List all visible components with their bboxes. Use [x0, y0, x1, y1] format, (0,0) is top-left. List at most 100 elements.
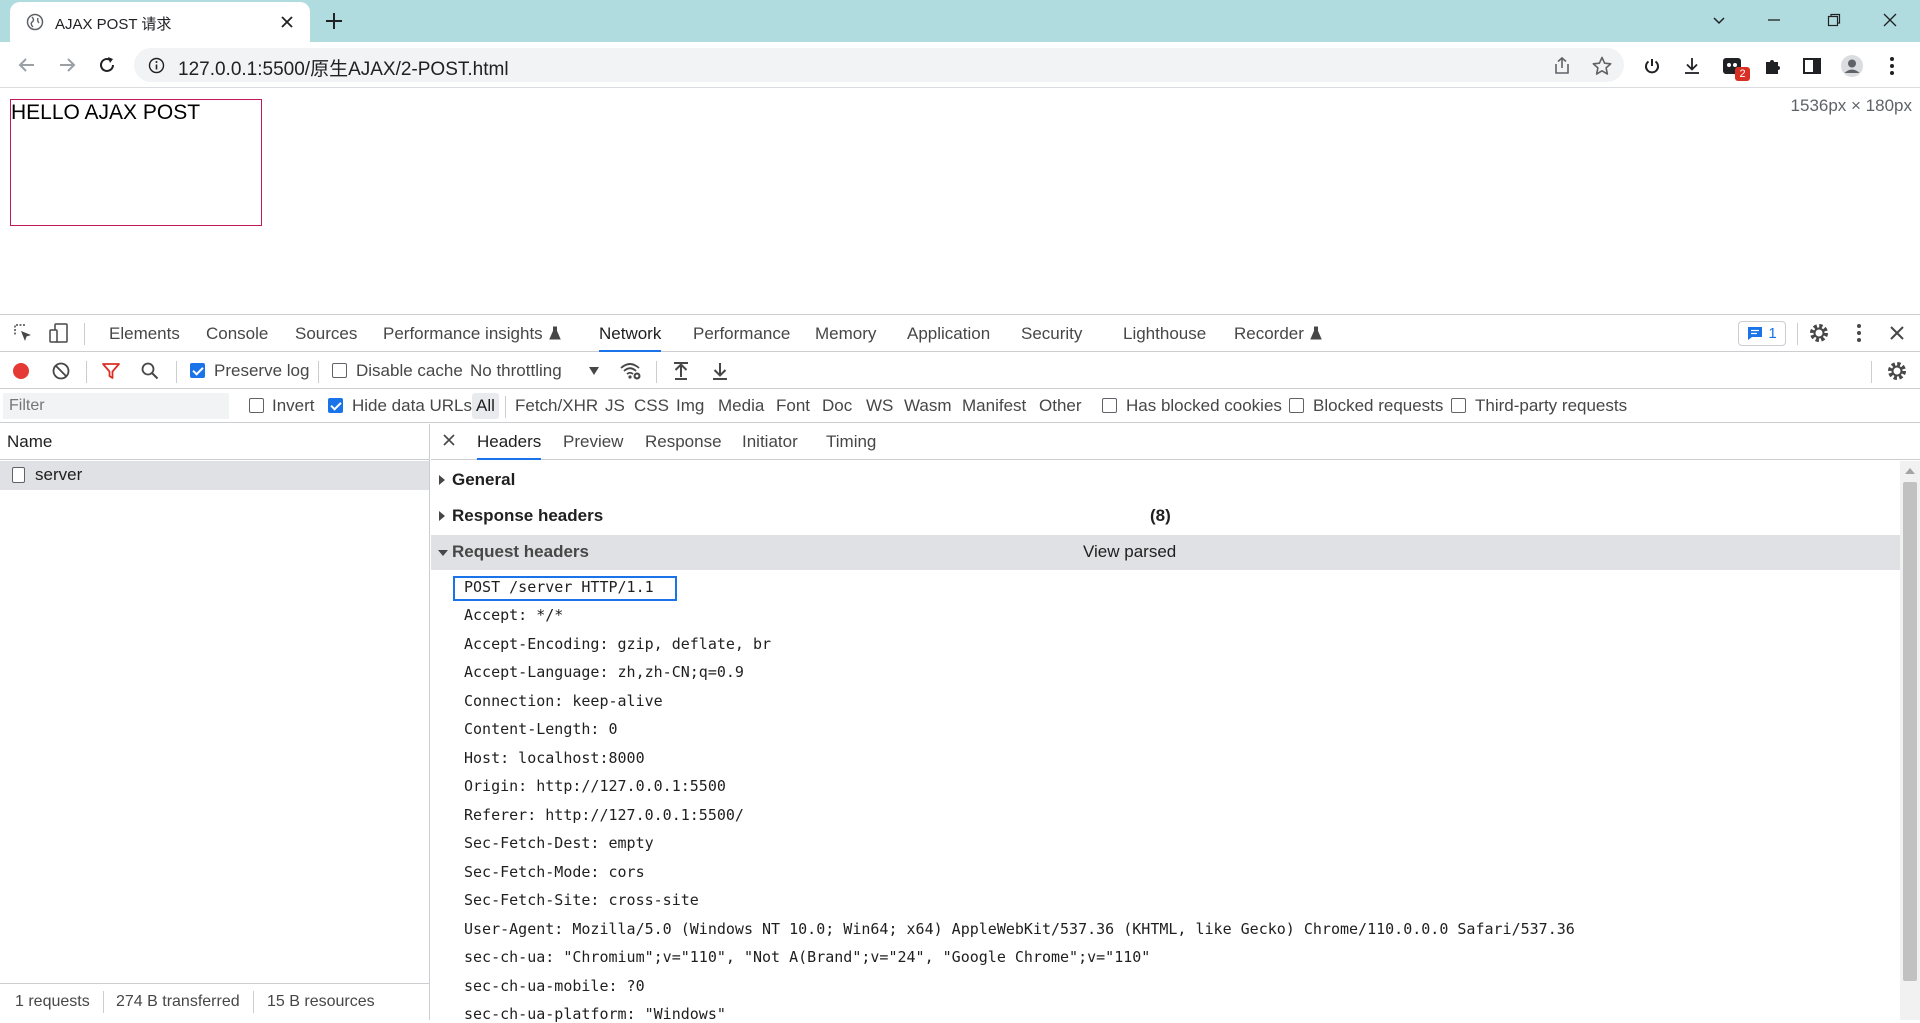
- name-column-header[interactable]: Name: [0, 424, 429, 460]
- profile-button[interactable]: [1840, 54, 1864, 78]
- dropdown-arrow-icon[interactable]: [588, 366, 600, 376]
- gear-icon: [1810, 324, 1828, 342]
- url-text[interactable]: 127.0.0.1:5500/原生AJAX/2-POST.html: [178, 54, 509, 81]
- throttling-select[interactable]: No throttling: [470, 360, 562, 382]
- tab-timing[interactable]: Timing: [826, 424, 876, 460]
- third-party-requests-checkbox[interactable]: [1451, 398, 1466, 413]
- devtools-menu-button[interactable]: [1848, 322, 1872, 346]
- blocked-requests-checkbox[interactable]: [1289, 398, 1304, 413]
- network-settings-button[interactable]: [1884, 358, 1910, 384]
- type-filter-other[interactable]: Other: [1035, 393, 1086, 419]
- browser-tab[interactable]: AJAX POST 请求: [10, 2, 310, 42]
- side-panel-button[interactable]: [1800, 54, 1824, 78]
- tab-initiator[interactable]: Initiator: [742, 424, 798, 460]
- type-filter-css[interactable]: CSS: [630, 393, 673, 419]
- resources-size: 15 B resources: [267, 993, 375, 1010]
- has-blocked-cookies-checkbox[interactable]: [1102, 398, 1117, 413]
- devtools-close-button[interactable]: [1886, 322, 1910, 346]
- gear-icon: [1888, 362, 1906, 380]
- request-name[interactable]: server: [35, 465, 82, 485]
- type-filter-media[interactable]: Media: [714, 393, 768, 419]
- minimize-button[interactable]: [1760, 8, 1788, 32]
- tab-memory[interactable]: Memory: [815, 315, 876, 352]
- tab-recorder[interactable]: Recorder: [1234, 315, 1322, 352]
- forward-button[interactable]: [54, 52, 80, 78]
- expand-arrow-icon[interactable]: [439, 511, 445, 521]
- tab-application[interactable]: Application: [907, 315, 990, 352]
- reload-button[interactable]: [94, 52, 120, 78]
- info-icon[interactable]: [148, 57, 165, 74]
- type-filter-manifest[interactable]: Manifest: [958, 393, 1030, 419]
- tab-console[interactable]: Console: [206, 315, 268, 352]
- tab-search-button[interactable]: [1705, 8, 1733, 32]
- clear-button[interactable]: [48, 358, 74, 384]
- type-filter-doc[interactable]: Doc: [818, 393, 856, 419]
- tab-performance-insights[interactable]: Performance insights: [383, 315, 561, 352]
- star-icon[interactable]: [1591, 55, 1613, 77]
- type-filter-wasm[interactable]: Wasm: [900, 393, 956, 419]
- close-icon[interactable]: [441, 432, 457, 448]
- preserve-log-checkbox[interactable]: [190, 363, 205, 378]
- filter-icon: [102, 363, 120, 379]
- import-har-button[interactable]: [668, 358, 694, 384]
- browser-menu-button[interactable]: [1880, 54, 1904, 78]
- tab-lighthouse[interactable]: Lighthouse: [1123, 315, 1206, 352]
- filter-toggle-button[interactable]: [98, 358, 124, 384]
- disable-cache-checkbox[interactable]: [332, 363, 347, 378]
- power-extension-button[interactable]: [1640, 54, 1664, 78]
- restore-icon: [1827, 13, 1841, 27]
- request-headers-title[interactable]: Request headers: [452, 542, 589, 562]
- scrollbar-thumb[interactable]: [1903, 482, 1917, 981]
- record-button[interactable]: [8, 358, 34, 384]
- viewport-size-label: 1536px × 180px: [1790, 96, 1912, 115]
- tab-sources[interactable]: Sources: [295, 315, 357, 352]
- tab-response[interactable]: Response: [645, 424, 722, 460]
- network-conditions-button[interactable]: [618, 358, 644, 384]
- tab-headers[interactable]: Headers: [477, 424, 542, 460]
- response-headers-title[interactable]: Response headers: [452, 506, 603, 526]
- collapse-arrow-icon[interactable]: [438, 550, 448, 556]
- has-blocked-cookies-label: Has blocked cookies: [1126, 396, 1282, 415]
- type-filter-js[interactable]: JS: [601, 393, 629, 419]
- type-filter-img[interactable]: Img: [672, 393, 708, 419]
- export-har-button[interactable]: [707, 358, 733, 384]
- filter-input[interactable]: [3, 393, 229, 419]
- restore-button[interactable]: [1820, 8, 1848, 32]
- toolbar-divider: [1871, 361, 1872, 383]
- power-icon: [1645, 59, 1659, 74]
- tab-elements[interactable]: Elements: [109, 315, 180, 352]
- request-list: [0, 424, 430, 1020]
- type-filter-ws[interactable]: WS: [862, 393, 897, 419]
- view-parsed-link[interactable]: View parsed: [1083, 542, 1176, 562]
- kebab-menu-icon: [1857, 324, 1861, 342]
- devtools-settings-button[interactable]: [1808, 322, 1832, 346]
- issues-counter[interactable]: 1: [1738, 321, 1786, 346]
- type-filter-all[interactable]: All: [472, 393, 499, 419]
- back-button[interactable]: [14, 52, 40, 78]
- hide-data-urls-label: Hide data URLs: [352, 396, 473, 415]
- hide-data-urls-checkbox[interactable]: [328, 398, 343, 413]
- raw-header-line: Accept-Encoding: gzip, deflate, br: [464, 635, 772, 653]
- avatar-icon: [1841, 55, 1863, 77]
- close-window-button[interactable]: [1876, 8, 1904, 32]
- close-icon[interactable]: [278, 13, 296, 31]
- expand-arrow-icon[interactable]: [439, 475, 445, 485]
- toolbar-divider: [86, 361, 87, 383]
- tab-preview[interactable]: Preview: [563, 424, 623, 460]
- device-toolbar-button[interactable]: [48, 322, 72, 346]
- type-filter-font[interactable]: Font: [772, 393, 814, 419]
- blocked-requests-label: Blocked requests: [1313, 396, 1444, 415]
- new-tab-icon[interactable]: [324, 11, 344, 31]
- general-section-title[interactable]: General: [452, 470, 515, 490]
- inspect-element-button[interactable]: [12, 322, 36, 346]
- share-icon[interactable]: [1551, 55, 1573, 77]
- tab-security[interactable]: Security: [1021, 315, 1082, 352]
- tab-network[interactable]: Network: [599, 315, 662, 352]
- invert-checkbox[interactable]: [249, 398, 264, 413]
- search-button[interactable]: [137, 358, 163, 384]
- extensions-menu-button[interactable]: [1761, 54, 1785, 78]
- downloads-button[interactable]: [1680, 54, 1704, 78]
- tab-performance[interactable]: Performance: [693, 315, 790, 352]
- scroll-up-arrow-icon[interactable]: [1904, 466, 1916, 475]
- type-filter-fetch-xhr[interactable]: Fetch/XHR: [511, 393, 602, 419]
